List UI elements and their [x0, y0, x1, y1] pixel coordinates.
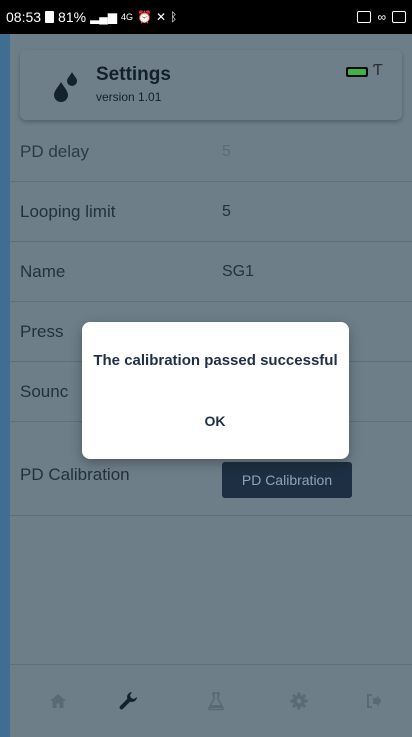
- setting-label: Sounc: [20, 382, 69, 401]
- status-time: 08:53: [6, 9, 42, 25]
- home-icon: [50, 694, 66, 708]
- setting-label: PD delay: [20, 142, 89, 161]
- gear-icon: [290, 692, 308, 710]
- status-bar: 08:53 81% ▂▄▆ 4G ⏰ ✕ ᛒ ∞: [0, 0, 412, 34]
- signal-icon: ▂▄▆: [90, 10, 118, 24]
- setting-label: Name: [20, 262, 66, 281]
- dialog-message: The calibration passed successful: [93, 352, 338, 369]
- wrench-icon: [119, 692, 137, 710]
- bluetooth-icon: ᛒ: [170, 10, 178, 24]
- alarm-icon: ⏰: [137, 10, 153, 24]
- status-battery-text: 81%: [58, 9, 87, 25]
- version-label: version 1.01: [96, 90, 162, 104]
- calibration-success-dialog: The calibration passed successful OK: [82, 322, 349, 459]
- window-left-border: [0, 34, 10, 737]
- setting-value[interactable]: 5: [222, 182, 231, 242]
- pd-calibration-button[interactable]: PD Calibration: [222, 462, 352, 498]
- bottom-navigation: [10, 664, 412, 737]
- notification-box-icon: [392, 11, 406, 23]
- mute-icon: ✕: [156, 10, 167, 24]
- nav-preferences[interactable]: [285, 687, 313, 715]
- page-title: Settings: [96, 64, 171, 85]
- network-type: 4G: [121, 12, 134, 22]
- settings-header: Settings version 1.01 Ƭ: [20, 50, 402, 120]
- setting-value[interactable]: SG1: [222, 242, 254, 302]
- logout-icon: [367, 694, 382, 708]
- setting-row-pd-calibration: PD Calibration PD Calibration: [10, 450, 412, 516]
- battery-small-icon: [45, 11, 55, 23]
- setting-value[interactable]: 5: [222, 122, 231, 182]
- setting-label: Looping limit: [20, 202, 116, 221]
- device-battery-icon: [346, 67, 368, 77]
- status-left: 08:53 81% ▂▄▆ 4G ⏰ ✕ ᛒ: [6, 9, 177, 25]
- setting-row-name[interactable]: Name SG1: [10, 242, 412, 302]
- nav-logout[interactable]: [360, 687, 388, 715]
- water-drops-icon: [54, 72, 77, 102]
- setting-label: Press: [20, 322, 64, 341]
- status-right: ∞: [357, 10, 406, 24]
- voicemail-icon: ∞: [377, 10, 386, 24]
- nav-lab[interactable]: [202, 687, 230, 715]
- antenna-icon: Ƭ: [373, 62, 383, 79]
- flask-icon: [208, 692, 224, 711]
- picture-notification-icon: [357, 11, 372, 23]
- nav-settings-tools[interactable]: [114, 687, 142, 715]
- nav-home[interactable]: [44, 687, 72, 715]
- setting-row-pd-delay[interactable]: PD delay 5: [10, 122, 412, 182]
- setting-row-looping-limit[interactable]: Looping limit 5: [10, 182, 412, 242]
- dialog-ok-button[interactable]: OK: [185, 406, 245, 436]
